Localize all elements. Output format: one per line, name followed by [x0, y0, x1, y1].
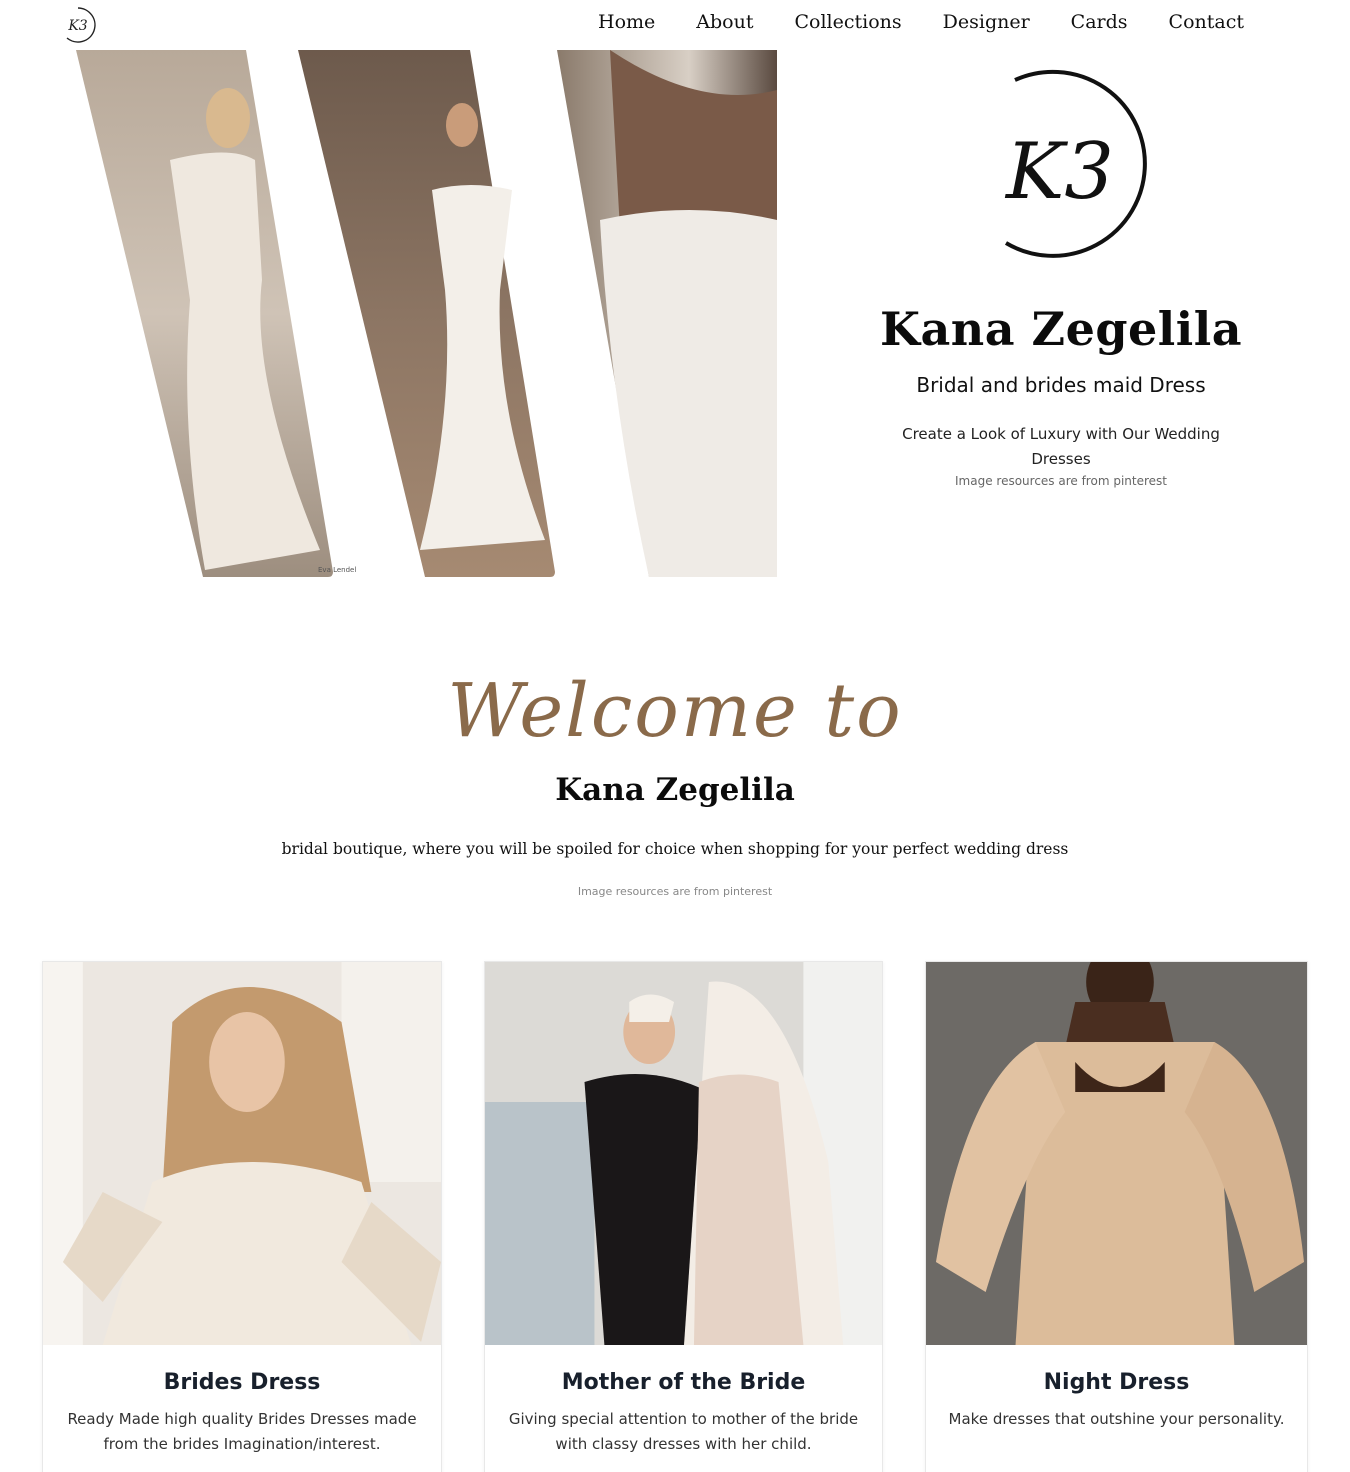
navbar: K3 Home About Collections Designer Cards… — [0, 0, 1350, 50]
hero-photo-panel-2 — [298, 50, 555, 577]
svg-text:K3: K3 — [67, 18, 87, 34]
hero-image-credit: Image resources are from pinterest — [955, 474, 1167, 488]
welcome-heading: Welcome to — [447, 668, 903, 754]
nav-link-designer[interactable]: Designer — [943, 11, 1030, 33]
hero-dress-collage: Eva Lendel — [76, 50, 777, 577]
nav-link-collections[interactable]: Collections — [794, 11, 901, 33]
hero-photo-panel-3 — [557, 50, 777, 577]
card-title: Mother of the Bride — [561, 1370, 806, 1395]
card-text: Ready Made high quality Brides Dresses m… — [67, 1410, 417, 1453]
svg-text:K3: K3 — [1004, 127, 1114, 217]
welcome-brand-name: Kana Zegelila — [555, 772, 795, 808]
hero-title: Kana Zegelila — [879, 302, 1243, 356]
brand-logo-icon[interactable]: K3 — [58, 5, 98, 45]
hero-subtitle: Bridal and brides maid Dress — [916, 373, 1206, 397]
card-image-mother-of-the-bride — [485, 962, 882, 1345]
nav-link-about[interactable]: About — [696, 11, 753, 33]
hero-description: Create a Look of Luxury with Our Wedding… — [902, 425, 1220, 468]
welcome-tagline: bridal boutique, where you will be spoil… — [281, 840, 1069, 858]
card-brides-dress[interactable]: Brides Dress Ready Made high quality Bri… — [42, 961, 442, 1472]
card-night-dress[interactable]: Night Dress Make dresses that outshine y… — [925, 961, 1308, 1472]
svg-text:Eva Lendel: Eva Lendel — [318, 566, 356, 574]
card-text: Giving special attention to mother of th… — [508, 1410, 859, 1453]
card-mother-of-the-bride[interactable]: Mother of the Bride Giving special atten… — [484, 961, 883, 1472]
nav-links: Home About Collections Designer Cards Co… — [557, 11, 1244, 33]
card-text: Make dresses that outshine your personal… — [948, 1410, 1285, 1428]
brand-logo-large-icon: K3 — [1004, 69, 1147, 258]
hero-photo-panel-1: Eva Lendel — [76, 50, 356, 577]
card-image-night-dress — [926, 962, 1307, 1345]
card-title: Brides Dress — [163, 1370, 321, 1395]
nav-link-cards[interactable]: Cards — [1071, 11, 1128, 33]
card-image-brides-dress — [43, 962, 441, 1345]
card-title: Night Dress — [1043, 1370, 1190, 1395]
welcome-image-credit: Image resources are from pinterest — [577, 885, 773, 898]
nav-link-contact[interactable]: Contact — [1169, 11, 1244, 33]
nav-link-home[interactable]: Home — [598, 11, 655, 33]
